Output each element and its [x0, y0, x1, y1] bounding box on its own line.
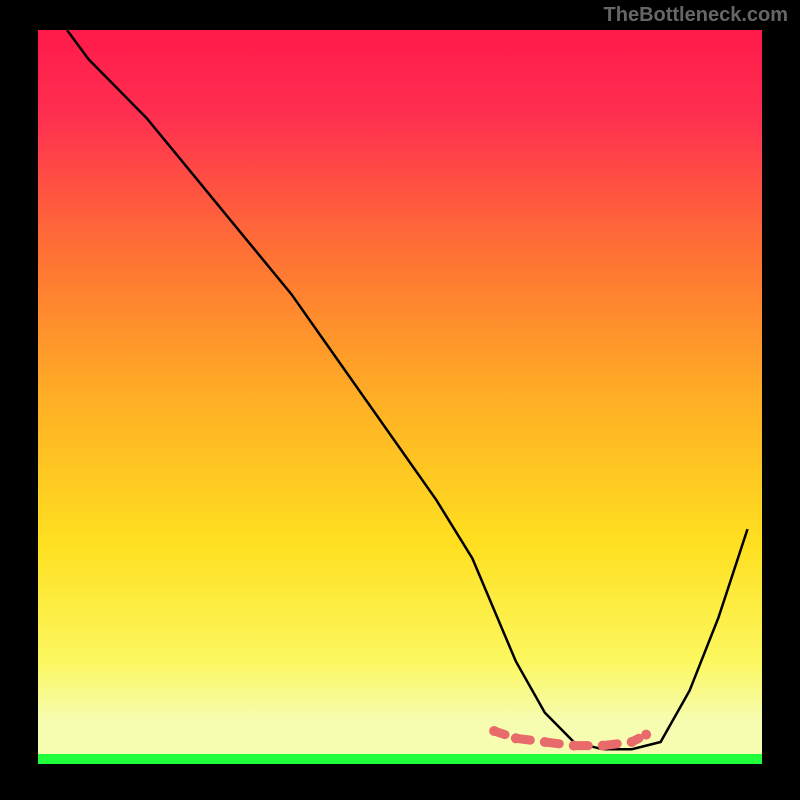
- green-strip: [38, 754, 762, 764]
- chart-container: TheBottleneck.com: [0, 0, 800, 800]
- chart-svg: [0, 0, 800, 800]
- plot-area: [38, 30, 762, 764]
- watermark-text: TheBottleneck.com: [604, 4, 788, 27]
- gradient-rect: [38, 30, 762, 764]
